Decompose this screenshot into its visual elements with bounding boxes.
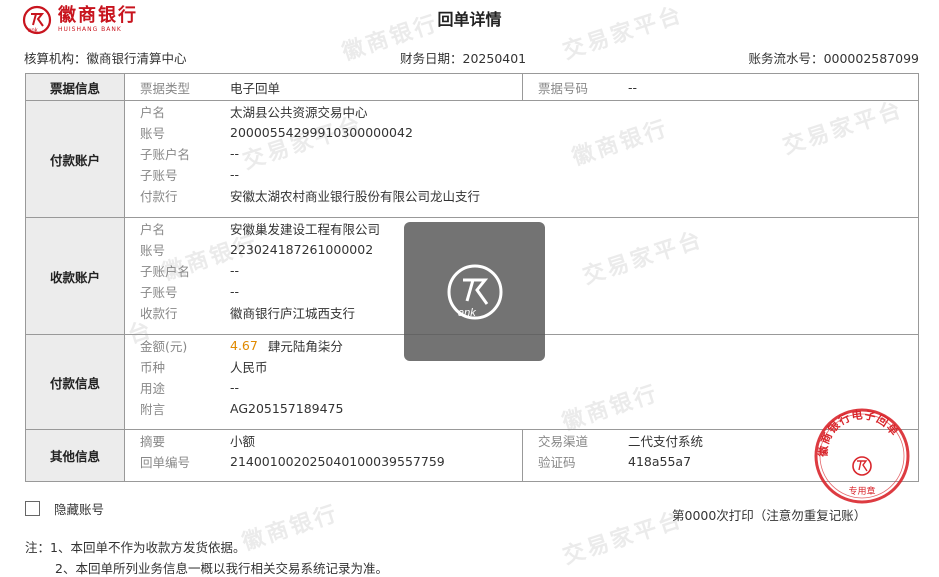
serial-label: 账务流水号： xyxy=(748,51,824,66)
svg-text:ank: ank xyxy=(458,307,476,319)
serial-meta: 账务流水号：000002587099 xyxy=(749,48,919,67)
section-ticket: 票据信息 xyxy=(25,73,125,101)
list-item: 付款行 安徽太湖农村商业银行股份有限公司龙山支行 xyxy=(140,189,481,204)
bank-logo-icon: ank xyxy=(447,264,502,319)
hide-account-toggle[interactable]: 隐藏账号 xyxy=(25,499,104,518)
list-item: 户名 太湖县公共资源交易中心 xyxy=(140,105,368,120)
amount-chinese: 肆元陆角柒分 xyxy=(267,339,343,354)
watermark: 徽商银行 xyxy=(239,501,343,556)
list-item: 账号 20000554299910300000042 xyxy=(140,125,413,141)
section-other: 其他信息 xyxy=(25,429,125,482)
ticket-type-label: 票据类型 xyxy=(140,80,191,96)
loading-overlay: ank xyxy=(404,222,545,361)
org-value: 徽商银行清算中心 xyxy=(86,51,187,66)
print-count-text: 第0000次打印（注意勿重复记账） xyxy=(672,508,867,523)
org-label: 核算机构： xyxy=(24,51,87,66)
svg-text:徽商银行电子回单: 徽商银行电子回单 xyxy=(816,407,902,458)
note-line-1: 注：1、本回单不作为收款方发货依据。 xyxy=(25,540,246,555)
watermark: 交易家平台 xyxy=(559,507,687,570)
section-payment: 付款信息 xyxy=(25,334,125,430)
list-item: 子账号 -- xyxy=(140,167,240,183)
ticket-type-value: 电子回单 xyxy=(230,80,281,96)
amount-number: 4.67 xyxy=(230,338,258,353)
serial-value: 000002587099 xyxy=(823,51,919,66)
note-line-2: 2、本回单所列业务信息一概以我行相关交易系统记录为准。 xyxy=(55,561,388,576)
svg-text:专用章: 专用章 xyxy=(848,485,875,497)
date-meta: 财务日期：20250401 xyxy=(400,48,526,67)
ticket-no-value: -- xyxy=(628,79,638,95)
list-item: 摘要 小额 xyxy=(140,434,256,449)
page-title: 回单详情 xyxy=(437,10,502,29)
section-payer: 付款账户 xyxy=(25,100,125,218)
hide-account-checkbox[interactable] xyxy=(25,501,40,516)
list-item: 子账户名 -- xyxy=(140,146,240,162)
date-value: 20250401 xyxy=(462,51,527,66)
hide-account-label: 隐藏账号 xyxy=(54,502,105,517)
official-seal-stamp: 徽商银行电子回单 专用章 xyxy=(814,407,910,504)
ticket-row: 票据信息 票据类型 电子回单 票据号码 -- xyxy=(25,73,919,101)
list-item: 附言 AG205157189475 xyxy=(140,401,344,417)
date-label: 财务日期： xyxy=(400,51,463,66)
list-item: 回单编号 21400100202504010003955775​9 xyxy=(140,454,445,470)
org-meta: 核算机构：徽商银行清算中心 xyxy=(24,48,187,67)
other-row: 其他信息 摘要 小额 回单编号 21400100202504010003955775… xyxy=(25,429,919,482)
list-item: 用途 -- xyxy=(140,380,240,396)
payer-row: 付款账户 户名 太湖县公共资源交易中心 账号 2000055429991030000… xyxy=(25,100,919,218)
section-payee: 收款账户 xyxy=(25,217,125,335)
ticket-no-label: 票据号码 xyxy=(538,80,589,96)
